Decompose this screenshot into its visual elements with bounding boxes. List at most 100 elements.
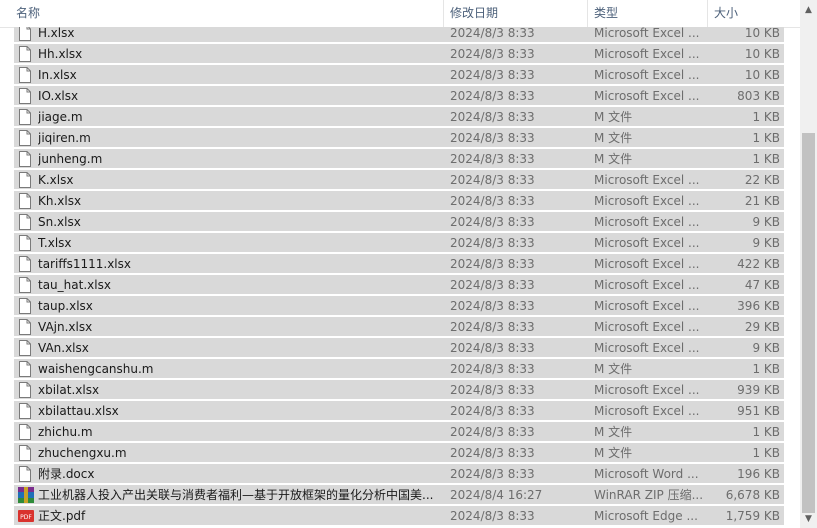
file-type: Microsoft Excel ... (594, 89, 700, 103)
table-row[interactable]: H.xlsx 2024/8/3 8:33 Microsoft Excel ... 10… (14, 27, 784, 43)
file-icon (18, 88, 32, 104)
file-type: Microsoft Excel ... (594, 173, 700, 187)
file-date: 2024/8/3 8:33 (450, 425, 535, 439)
file-type: Microsoft Excel ... (594, 215, 700, 229)
column-size-header[interactable]: 大小 (707, 0, 787, 27)
file-name: tau_hat.xlsx (38, 278, 111, 292)
pdf-icon: PDF (18, 508, 34, 524)
file-name: 附录.docx (38, 467, 95, 481)
file-date: 2024/8/3 8:33 (450, 173, 535, 187)
table-row[interactable]: Kh.xlsx 2024/8/3 8:33 Microsoft Excel ... 2… (14, 191, 784, 211)
table-row[interactable]: PDF 正文.pdf 2024/8/3 8:33 Microsoft Edge ...… (14, 506, 784, 526)
scroll-down-icon[interactable]: ▼ (800, 511, 817, 528)
column-name-header[interactable]: 名称 (10, 0, 443, 27)
file-size: 9 KB (752, 215, 780, 229)
sort-ascending-icon: ^ (222, 0, 232, 4)
file-size: 1 KB (752, 362, 780, 376)
file-size: 939 KB (737, 383, 780, 397)
file-size: 22 KB (744, 173, 780, 187)
file-icon (18, 27, 32, 41)
file-size: 196 KB (737, 467, 780, 481)
table-row[interactable]: In.xlsx 2024/8/3 8:33 Microsoft Excel ... 1… (14, 65, 784, 85)
table-row[interactable]: tau_hat.xlsx 2024/8/3 8:33 Microsoft Excel… (14, 275, 784, 295)
file-type: Microsoft Excel ... (594, 68, 700, 82)
file-type: Microsoft Excel ... (594, 383, 700, 397)
file-date: 2024/8/3 8:33 (450, 404, 535, 418)
file-name: 正文.pdf (38, 509, 86, 523)
file-size: 10 KB (744, 27, 780, 40)
file-date: 2024/8/3 8:33 (450, 110, 535, 124)
file-date: 2024/8/3 8:33 (450, 257, 535, 271)
file-type: Microsoft Edge ... (594, 509, 698, 523)
table-row[interactable]: zhichu.m 2024/8/3 8:33 M 文件 1 KB (14, 422, 784, 442)
file-size: 29 KB (744, 320, 780, 334)
file-type: M 文件 (594, 446, 633, 460)
file-type: Microsoft Excel ... (594, 341, 700, 355)
file-icon (18, 172, 32, 188)
file-size: 9 KB (752, 341, 780, 355)
file-size: 6,678 KB (725, 488, 780, 502)
file-date: 2024/8/3 8:33 (450, 299, 535, 313)
file-type: Microsoft Excel ... (594, 27, 700, 40)
file-icon (18, 214, 32, 230)
table-row[interactable]: jiage.m 2024/8/3 8:33 M 文件 1 KB (14, 107, 784, 127)
scroll-up-icon[interactable]: ▲ (800, 2, 817, 19)
file-icon (18, 256, 32, 272)
column-date-header[interactable]: 修改日期 (443, 0, 587, 27)
column-header: 名称 ^ 修改日期 类型 大小 (0, 0, 800, 28)
file-icon (18, 193, 32, 209)
table-row[interactable]: xbilattau.xlsx 2024/8/3 8:33 Microsoft Exc… (14, 401, 784, 421)
file-type: Microsoft Excel ... (594, 257, 700, 271)
file-icon (18, 340, 32, 356)
file-size: 10 KB (744, 47, 780, 61)
file-name: Sn.xlsx (38, 215, 81, 229)
table-row[interactable]: junheng.m 2024/8/3 8:33 M 文件 1 KB (14, 149, 784, 169)
table-row[interactable]: xbilat.xlsx 2024/8/3 8:33 Microsoft Excel … (14, 380, 784, 400)
file-size: 1 KB (752, 152, 780, 166)
file-date: 2024/8/3 8:33 (450, 152, 535, 166)
file-name: K.xlsx (38, 173, 74, 187)
file-date: 2024/8/3 8:33 (450, 341, 535, 355)
file-name: 工业机器人投入产出关联与消费者福利—基于开放框架的量化分析中国美... (38, 488, 434, 502)
file-type: Microsoft Excel ... (594, 278, 700, 292)
table-row[interactable]: taup.xlsx 2024/8/3 8:33 Microsoft Excel ..… (14, 296, 784, 316)
table-row[interactable]: Hh.xlsx 2024/8/3 8:33 Microsoft Excel ... 1… (14, 44, 784, 64)
file-type: Microsoft Excel ... (594, 47, 700, 61)
file-name: VAjn.xlsx (38, 320, 93, 334)
vertical-scrollbar[interactable]: ▲ ▼ (800, 0, 817, 528)
file-size: 1,759 KB (725, 509, 780, 523)
file-name: H.xlsx (38, 27, 75, 40)
file-date: 2024/8/3 8:33 (450, 278, 535, 292)
file-type: WinRAR ZIP 压缩... (594, 488, 704, 502)
file-name: jiage.m (38, 110, 83, 124)
file-name: Hh.xlsx (38, 47, 83, 61)
table-row[interactable]: IO.xlsx 2024/8/3 8:33 Microsoft Excel ... 8… (14, 86, 784, 106)
table-row[interactable]: 工业机器人投入产出关联与消费者福利—基于开放框架的量化分析中国美... 2024/… (14, 485, 784, 505)
table-row[interactable]: waishengcanshu.m 2024/8/3 8:33 M 文件 1 KB (14, 359, 784, 379)
file-size: 951 KB (737, 404, 780, 418)
file-type: Microsoft Excel ... (594, 236, 700, 250)
table-row[interactable]: VAjn.xlsx 2024/8/3 8:33 Microsoft Excel ..… (14, 317, 784, 337)
table-row[interactable]: T.xlsx 2024/8/3 8:33 Microsoft Excel ... 9 … (14, 233, 784, 253)
table-row[interactable]: K.xlsx 2024/8/3 8:33 Microsoft Excel ... 22… (14, 170, 784, 190)
table-row[interactable]: tariffs1111.xlsx 2024/8/3 8:33 Microsoft E… (14, 254, 784, 274)
file-icon (18, 235, 32, 251)
table-row[interactable]: 附录.docx 2024/8/3 8:33 Microsoft Word ... 19… (14, 464, 784, 484)
table-row[interactable]: zhuchengxu.m 2024/8/3 8:33 M 文件 1 KB (14, 443, 784, 463)
table-row[interactable]: Sn.xlsx 2024/8/3 8:33 Microsoft Excel ... 9… (14, 212, 784, 232)
table-row[interactable]: VAn.xlsx 2024/8/3 8:33 Microsoft Excel ...… (14, 338, 784, 358)
file-icon (18, 151, 32, 167)
file-type: M 文件 (594, 110, 633, 124)
file-date: 2024/8/3 8:33 (450, 509, 535, 523)
file-date: 2024/8/3 8:33 (450, 131, 535, 145)
file-name: In.xlsx (38, 68, 77, 82)
scrollbar-thumb[interactable] (802, 133, 815, 513)
file-name: T.xlsx (38, 236, 72, 250)
file-type: Microsoft Excel ... (594, 194, 700, 208)
file-size: 21 KB (744, 194, 780, 208)
table-row[interactable]: jiqiren.m 2024/8/3 8:33 M 文件 1 KB (14, 128, 784, 148)
file-icon (18, 319, 32, 335)
file-icon (18, 298, 32, 314)
file-type: M 文件 (594, 362, 633, 376)
column-type-header[interactable]: 类型 (587, 0, 707, 27)
